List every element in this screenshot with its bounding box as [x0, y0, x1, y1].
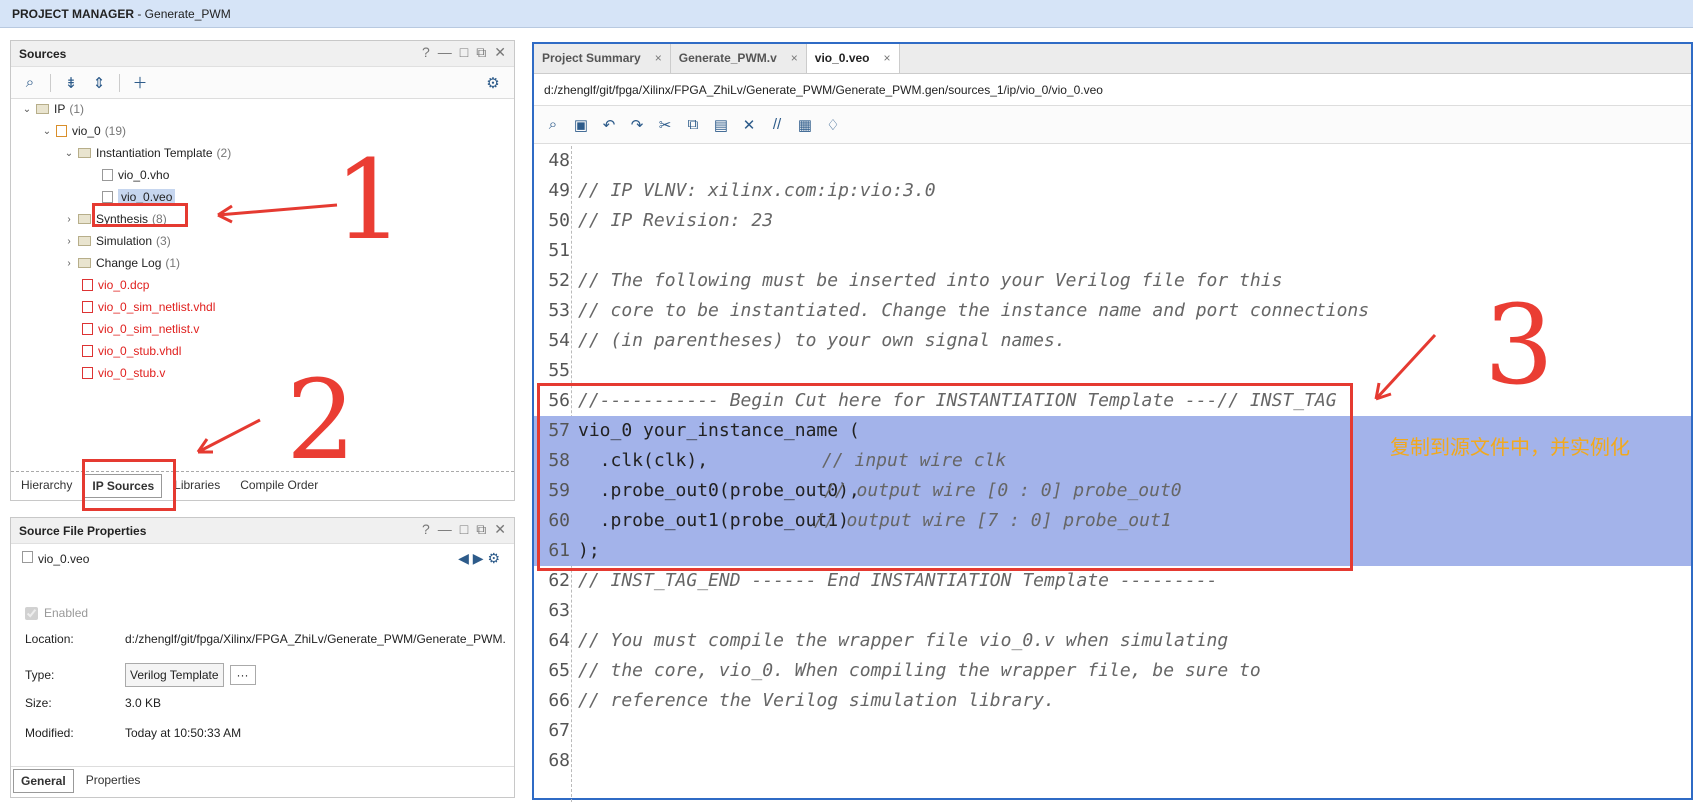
minimize-icon[interactable]: —: [438, 44, 452, 61]
tab-general[interactable]: General: [13, 769, 74, 793]
code-text: // IP Revision: 23: [578, 210, 774, 231]
line-number: 67: [548, 720, 570, 741]
annotation-box-1: [92, 203, 188, 227]
line-number: 54: [548, 330, 570, 351]
line-number: 49: [548, 180, 570, 201]
line-number: 64: [548, 630, 570, 651]
tab-generate-pwm[interactable]: Generate_PWM.v ×: [671, 44, 807, 73]
code-text: // (in parentheses) to your own signal n…: [578, 330, 1066, 351]
code-text: // core to be instantiated. Change the i…: [578, 300, 1370, 321]
tab-properties[interactable]: Properties: [76, 767, 151, 795]
code-text: // You must compile the wrapper file vio…: [578, 630, 1229, 651]
columns-icon[interactable]: ▦: [794, 114, 816, 136]
collapse-all-icon[interactable]: ⇟: [60, 72, 82, 94]
line-number: 63: [548, 600, 570, 621]
line-number: 68: [548, 750, 570, 771]
window-title: PROJECT MANAGER - Generate_PWM: [0, 0, 1693, 28]
copy-icon[interactable]: ⧉: [682, 114, 704, 136]
cut-icon[interactable]: ✂: [654, 114, 676, 136]
annotation-1: 1: [334, 136, 404, 264]
settings-icon[interactable]: ⚙: [482, 72, 504, 94]
code-line[interactable]: 66 // reference the Verilog simulation li…: [534, 686, 1691, 716]
tab-hierarchy[interactable]: Hierarchy: [11, 472, 82, 500]
search-icon[interactable]: ⌕: [542, 114, 564, 136]
enabled-checkbox[interactable]: [25, 606, 38, 620]
tab-vio-veo[interactable]: vio_0.veo ×: [806, 44, 900, 73]
type-value: Verilog Template: [125, 663, 224, 687]
code-text: // reference the Verilog simulation libr…: [578, 690, 1055, 711]
tab-project-summary[interactable]: Project Summary ×: [534, 44, 671, 73]
sources-title: Sources: [19, 47, 67, 61]
annotation-3: 3: [1484, 281, 1554, 409]
code-line[interactable]: 49 // IP VLNV: xilinx.com:ip:vio:3.0: [534, 176, 1691, 206]
add-icon[interactable]: ＋: [129, 72, 151, 94]
line-number: 65: [548, 660, 570, 681]
code-line[interactable]: 68: [534, 746, 1691, 776]
annotation-box-3: [537, 383, 1353, 571]
code-line[interactable]: 64 // You must compile the wrapper file v…: [534, 626, 1691, 656]
line-number: 50: [548, 210, 570, 231]
float-icon[interactable]: ⧉: [476, 44, 486, 61]
copy-instruction-note: 复制到源文件中，并实例化: [1390, 435, 1630, 459]
project-manager-window: PROJECT MANAGER - Generate_PWM Sources? —…: [0, 0, 1693, 804]
line-number: 55: [548, 360, 570, 381]
line-number: 51: [548, 240, 570, 261]
code-line[interactable]: 67: [534, 716, 1691, 746]
file-path: d:/zhenglf/git/fpga/Xilinx/FPGA_ZhiLv/Ge…: [534, 74, 1691, 106]
search-icon[interactable]: ⌕: [19, 72, 41, 94]
delete-icon[interactable]: ✕: [738, 114, 760, 136]
code-text: // the core, vio_0. When compiling the w…: [578, 660, 1261, 681]
help-icon[interactable]: ?: [422, 44, 430, 61]
expand-all-icon[interactable]: ⇕: [88, 72, 110, 94]
code-line[interactable]: 51: [534, 236, 1691, 266]
annotation-box-2: [82, 459, 176, 511]
code-line[interactable]: 65 // the core, vio_0. When compiling the…: [534, 656, 1691, 686]
line-number: 52: [548, 270, 570, 291]
close-icon[interactable]: ✕: [494, 44, 506, 61]
sources-panel: Sources? — □ ⧉ ✕ ⌕ ⇟ ⇕ ＋ ⚙ ⌄ IP (1) ⌄ vio_0 (19) …: [10, 40, 515, 501]
code-text: // IP VLNV: xilinx.com:ip:vio:3.0: [578, 180, 936, 201]
code-text: // The following must be inserted into y…: [578, 270, 1283, 291]
maximize-icon[interactable]: □: [460, 44, 468, 61]
paste-icon[interactable]: ▤: [710, 114, 732, 136]
code-line[interactable]: 63: [534, 596, 1691, 626]
ip-source-tree: ⌄ IP (1) ⌄ vio_0 (19) ⌄ Instantiation Templat…: [22, 102, 232, 380]
line-number: 53: [548, 300, 570, 321]
comment-icon[interactable]: //: [766, 114, 788, 136]
code-line[interactable]: 48: [534, 146, 1691, 176]
property-file-name: vio_0.veo: [38, 552, 90, 566]
source-file-properties-panel: Source File Properties? — □ ⧉ ✕ vio_0.veo ◀ ▶…: [10, 517, 515, 798]
line-number: 66: [548, 690, 570, 711]
save-icon[interactable]: ▣: [570, 114, 592, 136]
code-line[interactable]: 50 // IP Revision: 23: [534, 206, 1691, 236]
undo-icon[interactable]: ↶: [598, 114, 620, 136]
lightbulb-icon[interactable]: ♢: [822, 114, 844, 136]
annotation-2: 2: [286, 356, 356, 484]
line-number: 48: [548, 150, 570, 171]
redo-icon[interactable]: ↷: [626, 114, 648, 136]
